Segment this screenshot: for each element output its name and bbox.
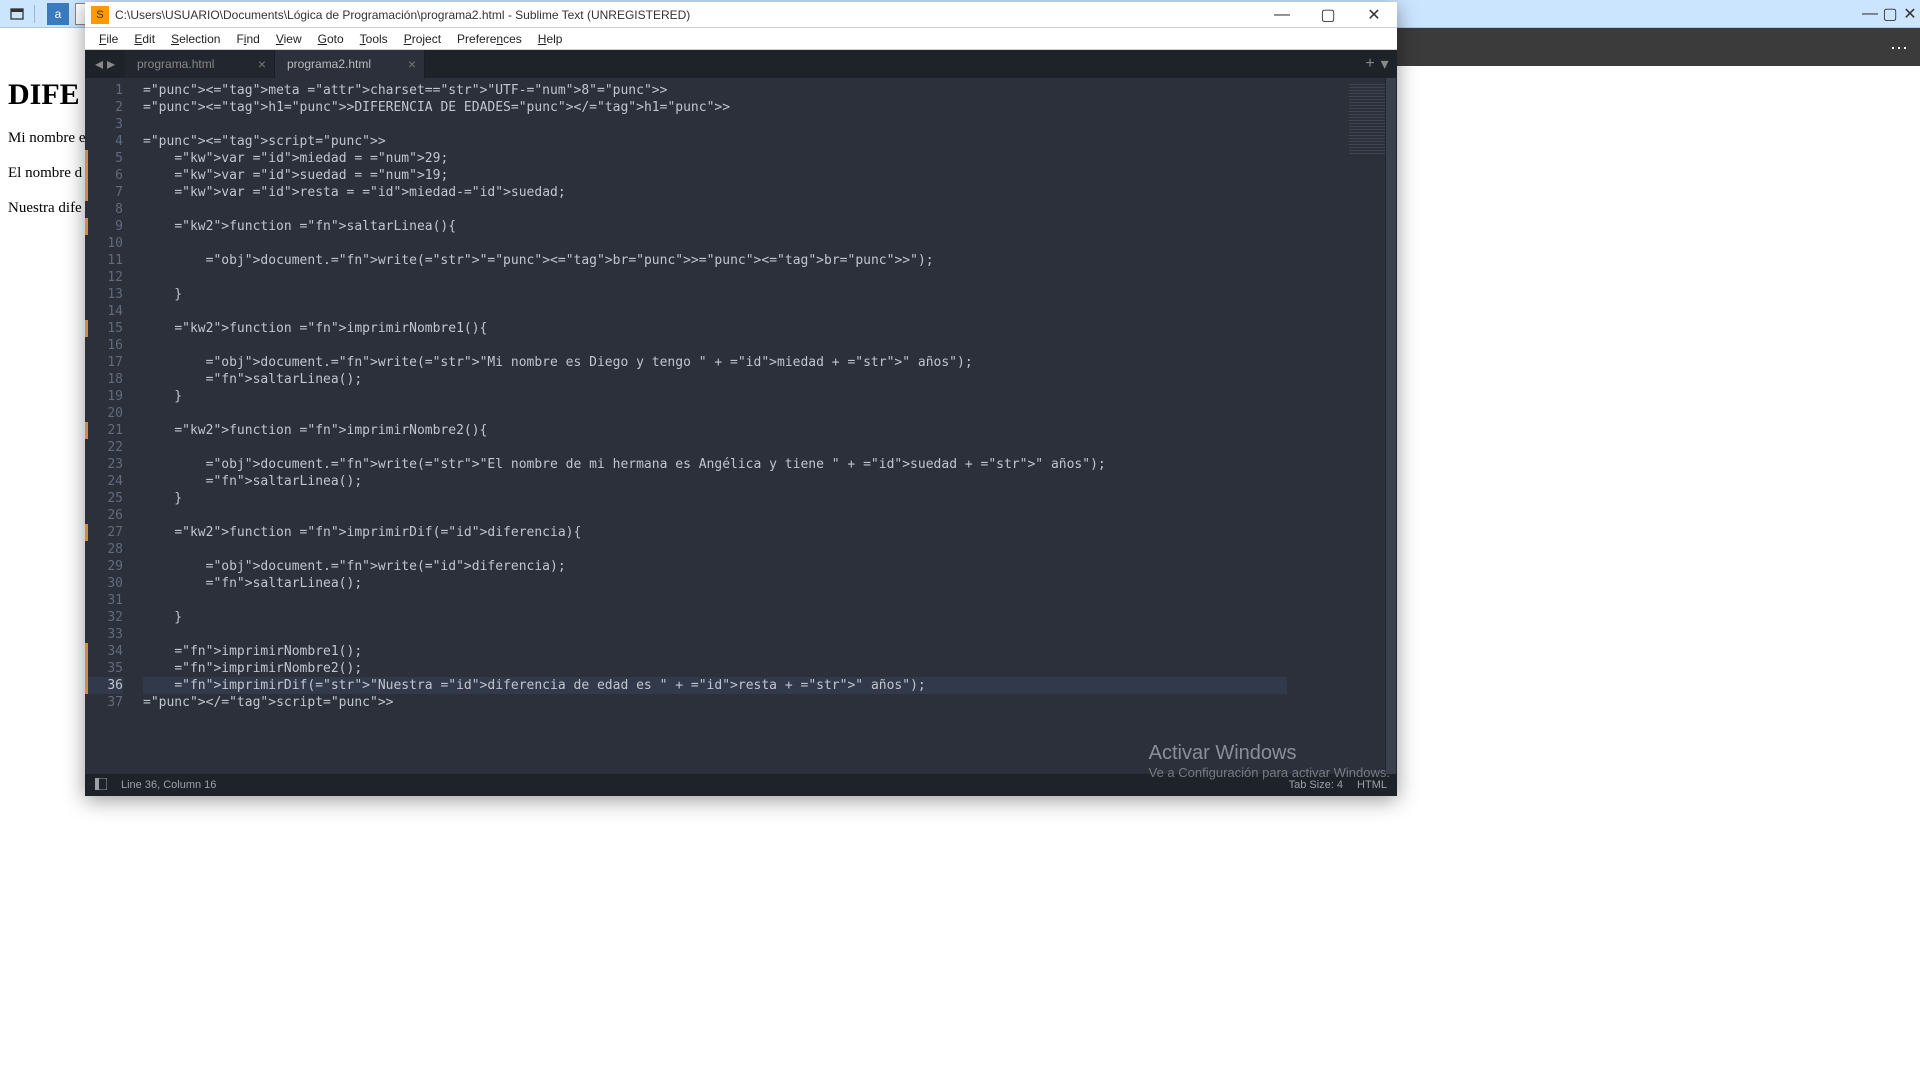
tab-label: programa.html: [137, 57, 214, 71]
line-gutter[interactable]: 1234567891011121314151617181920212223242…: [85, 78, 135, 774]
page-line-2: El nombre d: [8, 165, 85, 182]
page-line-3: Nuestra dife: [8, 200, 85, 217]
rendered-page-fragment: DIFE Mi nombre e El nombre d Nuestra dif…: [0, 28, 85, 798]
sublime-menubar: File Edit Selection Find View Goto Tools…: [85, 28, 1397, 50]
watermark-line2: Ve a Configuración para activar Windows.: [1149, 765, 1390, 780]
status-position[interactable]: Line 36, Column 16: [121, 779, 216, 791]
tab-close-icon[interactable]: ×: [258, 56, 266, 72]
browser-menu-icon[interactable]: ⋯: [1890, 38, 1910, 59]
tab-close-icon[interactable]: ×: [408, 56, 416, 72]
os-maximize-button[interactable]: ▢: [1880, 0, 1900, 28]
vertical-scrollbar[interactable]: [1385, 78, 1397, 774]
tab-dropdown-icon[interactable]: ▾: [1381, 54, 1389, 74]
tab-actions: + ▾: [1357, 50, 1397, 78]
menu-preferences[interactable]: Preferences: [449, 30, 530, 48]
os-minimize-button[interactable]: —: [1860, 0, 1880, 28]
menu-view[interactable]: View: [268, 30, 310, 48]
sublime-app-icon: S: [91, 6, 109, 24]
menu-help[interactable]: Help: [530, 30, 571, 48]
tab-next-icon[interactable]: ▸: [107, 54, 115, 74]
code-editor[interactable]: ="punc"><="tag">meta ="attr">charset=="s…: [135, 78, 1287, 774]
menu-find[interactable]: Find: [228, 30, 267, 48]
page-line-1: Mi nombre e: [8, 130, 85, 147]
watermark-line1: Activar Windows: [1149, 742, 1390, 765]
page-heading: DIFE: [8, 78, 85, 112]
menu-tools[interactable]: Tools: [352, 30, 396, 48]
os-window-controls: — ▢ ✕: [1860, 0, 1920, 28]
windows-activation-watermark: Activar Windows Ve a Configuración para …: [1149, 742, 1390, 780]
menu-file[interactable]: File: [91, 30, 126, 48]
app-icon-a[interactable]: a: [47, 3, 69, 25]
tab-history-nav[interactable]: ◂ ▸: [85, 50, 125, 78]
status-syntax[interactable]: HTML: [1357, 779, 1387, 791]
tab-label: programa2.html: [287, 57, 371, 71]
minimap-content: [1349, 84, 1389, 154]
menu-edit[interactable]: Edit: [126, 30, 163, 48]
menu-project[interactable]: Project: [396, 30, 449, 48]
close-button[interactable]: ✕: [1351, 2, 1397, 28]
sublime-window: S C:\Users\USUARIO\Documents\Lógica de P…: [85, 2, 1397, 796]
tab-prev-icon[interactable]: ◂: [95, 54, 103, 74]
new-tab-icon[interactable]: +: [1365, 55, 1374, 73]
minimap[interactable]: [1287, 78, 1397, 774]
taskview-icon[interactable]: [6, 3, 28, 25]
status-sidebar-icon[interactable]: [95, 778, 107, 793]
editor-area: 1234567891011121314151617181920212223242…: [85, 78, 1397, 774]
tab-programa[interactable]: programa.html ×: [125, 50, 275, 78]
tab-bar: ◂ ▸ programa.html × programa2.html × + ▾: [85, 50, 1397, 78]
maximize-button[interactable]: ▢: [1305, 2, 1351, 28]
menu-goto[interactable]: Goto: [310, 30, 352, 48]
os-close-button[interactable]: ✕: [1900, 0, 1920, 28]
sublime-title-text: C:\Users\USUARIO\Documents\Lógica de Pro…: [115, 8, 1259, 22]
menu-selection[interactable]: Selection: [163, 30, 228, 48]
minimize-button[interactable]: —: [1259, 2, 1305, 28]
tab-programa2[interactable]: programa2.html ×: [275, 50, 425, 78]
sublime-titlebar[interactable]: S C:\Users\USUARIO\Documents\Lógica de P…: [85, 2, 1397, 28]
status-tabsize[interactable]: Tab Size: 4: [1289, 779, 1343, 791]
